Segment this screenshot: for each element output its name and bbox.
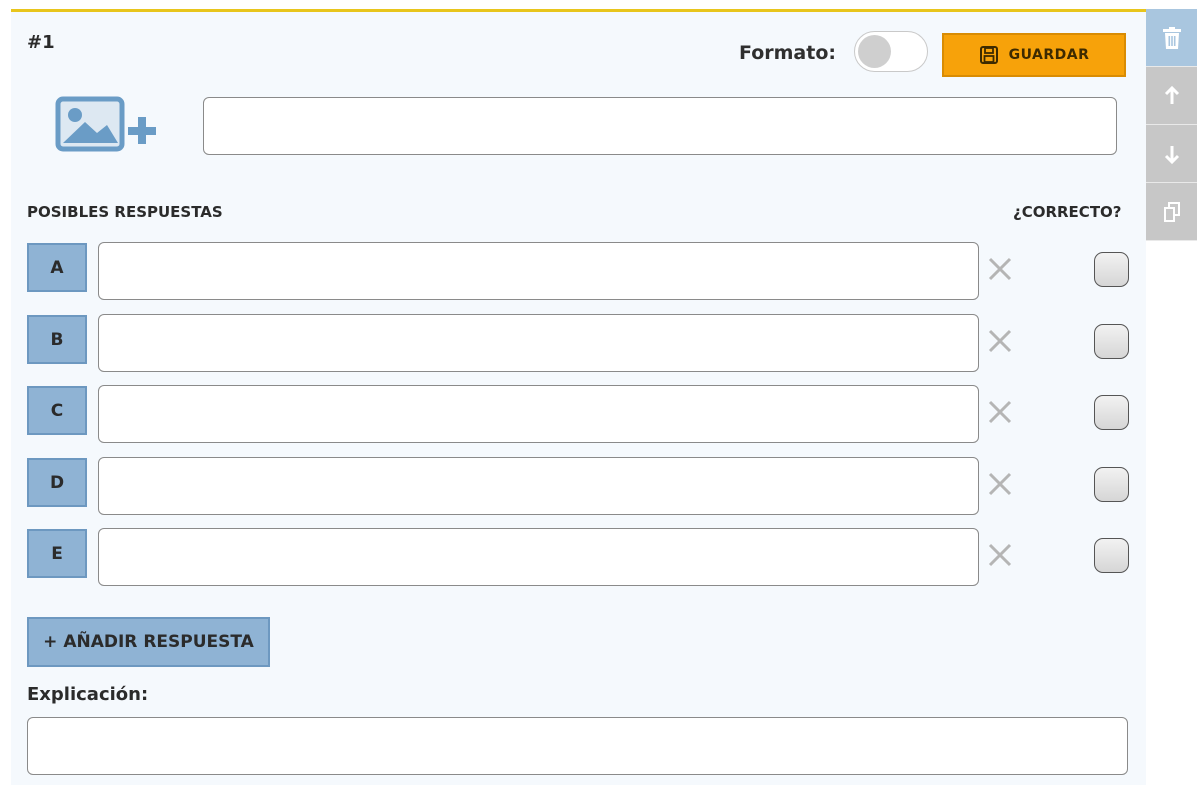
question-actions-sidebar — [1146, 9, 1197, 241]
toggle-knob — [858, 35, 891, 68]
remove-answer-icon[interactable] — [986, 327, 1014, 355]
answers-heading: POSIBLES RESPUESTAS — [27, 203, 223, 221]
correct-checkbox[interactable] — [1094, 538, 1129, 573]
trash-icon — [1162, 26, 1181, 49]
answer-row: C — [11, 385, 1146, 443]
correct-checkbox[interactable] — [1094, 252, 1129, 287]
explanation-label: Explicación: — [27, 684, 149, 705]
answer-letter: E — [27, 529, 87, 578]
delete-question-button[interactable] — [1146, 9, 1197, 67]
answer-input[interactable] — [98, 385, 979, 443]
answer-input[interactable] — [98, 528, 979, 586]
answer-row: A — [11, 242, 1146, 300]
correct-heading: ¿CORRECTO? — [1013, 203, 1122, 221]
answer-input[interactable] — [98, 457, 979, 515]
save-button[interactable]: GUARDAR — [942, 33, 1126, 77]
remove-answer-icon[interactable] — [986, 470, 1014, 498]
answer-row: D — [11, 457, 1146, 515]
duplicate-question-button[interactable] — [1146, 183, 1197, 241]
answer-row: E — [11, 528, 1146, 586]
remove-answer-icon[interactable] — [986, 541, 1014, 569]
answer-letter: B — [27, 315, 87, 364]
save-icon — [979, 46, 998, 64]
add-image-button[interactable] — [55, 95, 165, 155]
add-image-icon — [55, 96, 156, 152]
arrow-up-icon — [1164, 85, 1179, 104]
answer-input[interactable] — [98, 242, 979, 300]
answer-row: B — [11, 314, 1146, 372]
question-stem-input[interactable] — [203, 97, 1117, 155]
question-card: #1 Formato: GUARDAR POSIBLES RESPUESTAS … — [11, 9, 1146, 785]
format-toggle[interactable] — [854, 31, 928, 72]
answer-letter: C — [27, 386, 87, 435]
question-number: #1 — [27, 32, 55, 53]
correct-checkbox[interactable] — [1094, 324, 1129, 359]
save-label: GUARDAR — [1008, 47, 1090, 63]
move-down-button[interactable] — [1146, 125, 1197, 183]
correct-checkbox[interactable] — [1094, 467, 1129, 502]
move-up-button[interactable] — [1146, 67, 1197, 125]
format-label: Formato: — [739, 42, 836, 64]
add-answer-button[interactable]: + AÑADIR RESPUESTA — [27, 617, 270, 667]
duplicate-icon — [1163, 201, 1180, 222]
explanation-input[interactable] — [27, 717, 1128, 775]
answer-letter: D — [27, 458, 87, 507]
answer-letter: A — [27, 243, 87, 292]
remove-answer-icon[interactable] — [986, 398, 1014, 426]
correct-checkbox[interactable] — [1094, 395, 1129, 430]
remove-answer-icon[interactable] — [986, 255, 1014, 283]
arrow-down-icon — [1164, 145, 1179, 164]
answer-input[interactable] — [98, 314, 979, 372]
